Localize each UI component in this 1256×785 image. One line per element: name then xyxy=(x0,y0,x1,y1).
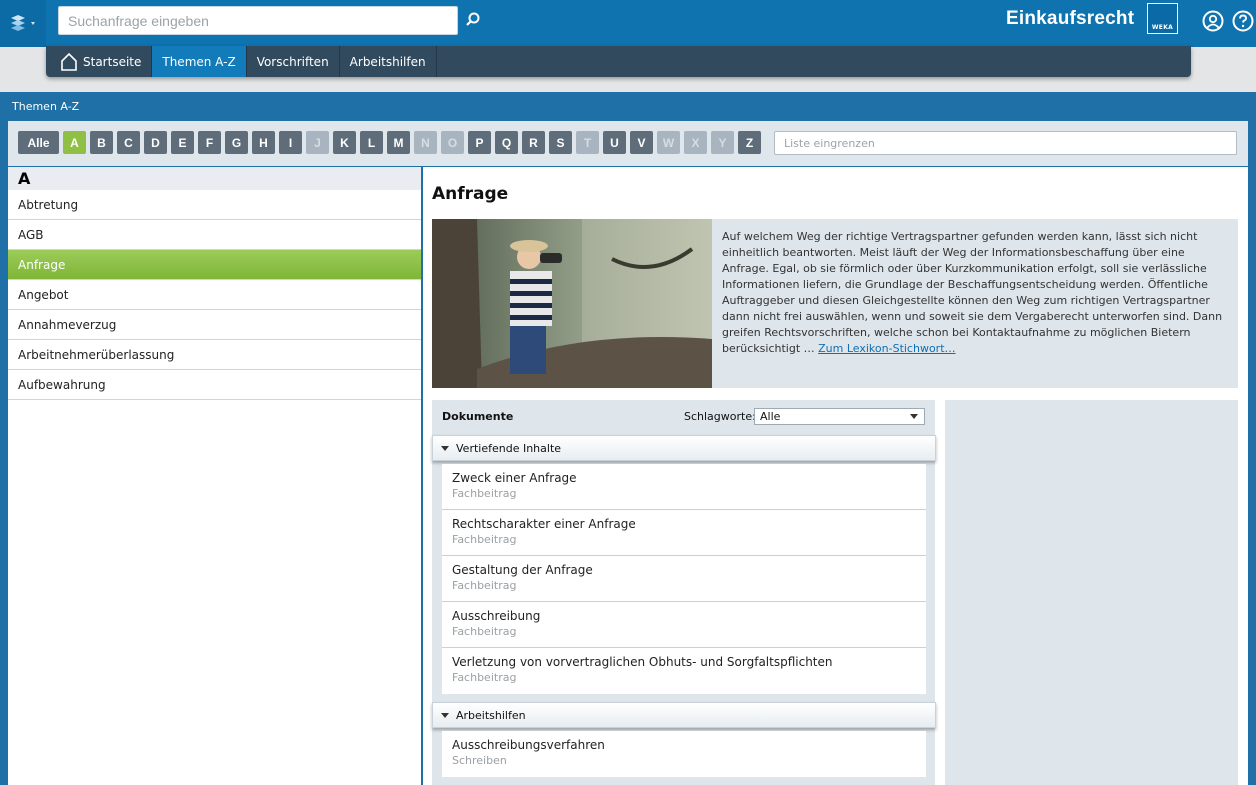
letter-a-button[interactable]: A xyxy=(63,131,86,154)
app-switcher-button[interactable] xyxy=(0,0,46,47)
document-title: Zweck einer Anfrage xyxy=(452,471,577,485)
topic-item[interactable]: Annahmeverzug xyxy=(8,310,421,340)
letter-all-button[interactable]: Alle xyxy=(18,131,59,154)
topic-title: Anfrage xyxy=(432,184,509,204)
letter-m-button[interactable]: M xyxy=(387,131,410,154)
letter-c-button[interactable]: C xyxy=(117,131,140,154)
letter-f-button[interactable]: F xyxy=(198,131,221,154)
letter-k-button[interactable]: K xyxy=(333,131,356,154)
panel-title: Themen A-Z xyxy=(12,100,80,113)
topic-item[interactable]: Abtretung xyxy=(8,190,421,220)
document-list: Zweck einer Anfrage Fachbeitrag Rechtschar… xyxy=(442,464,926,694)
section-title: Arbeitshilfen xyxy=(456,708,526,722)
letter-p-button[interactable]: P xyxy=(468,131,491,154)
letter-h-button[interactable]: H xyxy=(252,131,275,154)
letter-o-button: O xyxy=(441,131,464,154)
topic-item[interactable]: Anfrage xyxy=(8,250,421,280)
themen-panel: Themen A-Z Alle ABCDEFGHIJKLMNOPQRSTUVWX… xyxy=(0,92,1256,785)
document-type: Schreiben xyxy=(452,754,507,767)
nav-vorschriften[interactable]: Vorschriften xyxy=(247,46,340,77)
letter-z-button[interactable]: Z xyxy=(738,131,761,154)
topic-list: A Abtretung AGB Anfrage Angebot Annahmeverzu… xyxy=(8,167,422,785)
chevron-down-icon xyxy=(910,414,918,419)
letter-t-button: T xyxy=(576,131,599,154)
letter-u-button[interactable]: U xyxy=(603,131,626,154)
document-item[interactable]: Rechtscharakter einer Anfrage Fachbeitrag xyxy=(442,510,926,556)
letter-i-button[interactable]: I xyxy=(279,131,302,154)
letter-s-button[interactable]: S xyxy=(549,131,572,154)
topic-item[interactable]: Angebot xyxy=(8,280,421,310)
main-nav: Startseite Themen A-Z Vorschriften Arbei… xyxy=(46,46,1191,77)
letter-w-button: W xyxy=(657,131,680,154)
document-item[interactable]: Ausschreibung Fachbeitrag xyxy=(442,602,926,648)
collapse-triangle-icon xyxy=(441,713,449,718)
alphabet-bar: Alle ABCDEFGHIJKLMNOPQRSTUVWXYZ Liste ei… xyxy=(8,121,1248,166)
document-title: Rechtscharakter einer Anfrage xyxy=(452,517,636,531)
document-title: Ausschreibung xyxy=(452,609,541,623)
document-type: Fachbeitrag xyxy=(452,625,517,638)
weka-logo: WEKA xyxy=(1147,3,1178,34)
document-list: Ausschreibungsverfahren Schreiben xyxy=(442,731,926,777)
document-item[interactable]: Ausschreibungsverfahren Schreiben xyxy=(442,731,926,777)
topic-item[interactable]: Aufbewahrung xyxy=(8,370,421,400)
lexikon-link[interactable]: Zum Lexikon-Stichwort… xyxy=(818,342,955,355)
intro-text: Auf welchem Weg der richtige Vertragspar… xyxy=(722,229,1228,357)
document-type: Fachbeitrag xyxy=(452,487,517,500)
document-type: Fachbeitrag xyxy=(452,579,517,592)
top-bar: Suchanfrage eingeben Einkaufsrecht WEKA xyxy=(0,0,1256,47)
user-icon[interactable] xyxy=(1202,10,1224,32)
brand-title: Einkaufsrecht xyxy=(1006,8,1135,29)
search-input[interactable]: Suchanfrage eingeben xyxy=(58,6,458,35)
nav-themen-a-z[interactable]: Themen A-Z xyxy=(152,46,247,77)
letter-r-button[interactable]: R xyxy=(522,131,545,154)
document-title: Ausschreibungsverfahren xyxy=(452,738,605,752)
topic-list-heading: A xyxy=(8,167,421,190)
document-type: Fachbeitrag xyxy=(452,533,517,546)
section-header[interactable]: Arbeitshilfen xyxy=(432,702,936,728)
letter-b-button[interactable]: B xyxy=(90,131,113,154)
topic-item[interactable]: Arbeitnehmerüberlassung xyxy=(8,340,421,370)
keywords-select-value: Alle xyxy=(760,410,781,423)
topic-detail: Anfrage Auf welchem Weg der richtige Ver… xyxy=(423,167,1248,785)
layers-icon xyxy=(11,14,35,31)
letter-d-button[interactable]: D xyxy=(144,131,167,154)
help-icon[interactable] xyxy=(1232,10,1254,32)
document-item[interactable]: Verletzung von vorvertraglichen Obhuts- … xyxy=(442,648,926,694)
side-box xyxy=(945,400,1238,785)
letter-l-button[interactable]: L xyxy=(360,131,383,154)
intro-paragraph: Auf welchem Weg der richtige Vertragspar… xyxy=(722,230,1223,355)
intro-photo xyxy=(432,219,712,388)
collapse-triangle-icon xyxy=(441,446,449,451)
letter-q-button[interactable]: Q xyxy=(495,131,518,154)
section-header[interactable]: Vertiefende Inhalte xyxy=(432,435,936,461)
intro-box: Auf welchem Weg der richtige Vertragspar… xyxy=(432,219,1238,388)
documents-box: Dokumente Schlagworte: Alle Vertiefende … xyxy=(432,400,936,785)
section-title: Vertiefende Inhalte xyxy=(456,441,562,455)
letter-n-button: N xyxy=(414,131,437,154)
home-icon xyxy=(60,52,78,72)
letter-x-button: X xyxy=(684,131,707,154)
documents-label: Dokumente xyxy=(442,410,514,423)
document-item[interactable]: Gestaltung der Anfrage Fachbeitrag xyxy=(442,556,926,602)
letter-j-button: J xyxy=(306,131,329,154)
keywords-label: Schlagworte: xyxy=(684,410,756,423)
document-title: Verletzung von vorvertraglichen Obhuts- … xyxy=(452,655,833,669)
letter-g-button[interactable]: G xyxy=(225,131,248,154)
letter-y-button: Y xyxy=(711,131,734,154)
keywords-select[interactable]: Alle xyxy=(754,408,925,425)
document-item[interactable]: Zweck einer Anfrage Fachbeitrag xyxy=(442,464,926,510)
nav-startseite[interactable]: Startseite xyxy=(50,46,153,77)
document-title: Gestaltung der Anfrage xyxy=(452,563,593,577)
filter-input[interactable]: Liste eingrenzen xyxy=(774,131,1237,155)
document-type: Fachbeitrag xyxy=(452,671,517,684)
letter-v-button[interactable]: V xyxy=(630,131,653,154)
nav-startseite-label: Startseite xyxy=(83,54,142,69)
topic-item[interactable]: AGB xyxy=(8,220,421,250)
search-icon[interactable] xyxy=(463,10,483,30)
letter-e-button[interactable]: E xyxy=(171,131,194,154)
nav-arbeitshilfen[interactable]: Arbeitshilfen xyxy=(340,46,437,77)
